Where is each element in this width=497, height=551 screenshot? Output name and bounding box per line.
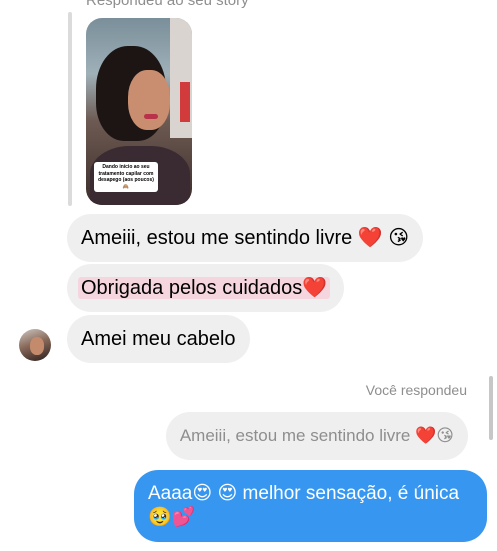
message-bubble[interactable]: Ameiii, estou me sentindo livre ❤️ 😘 [67, 214, 424, 262]
message-text: Amei meu cabelo [81, 328, 236, 350]
avatar[interactable] [19, 329, 51, 361]
quoted-text: Ameiii, estou me sentindo livre ❤️😘 [179, 426, 454, 445]
story-background-sign [180, 82, 190, 122]
sent-message-bubble[interactable]: Aaaa😍 😍 melhor sensação, é única 🥹💕 [134, 470, 487, 542]
story-caption: Dando início ao seu tratamento capilar c… [94, 162, 158, 192]
scrollbar[interactable] [489, 376, 493, 440]
reply-label: Você respondeu [365, 382, 467, 398]
message-text: Ameiii, estou me sentindo livre ❤️ 😘 [81, 227, 410, 249]
message-bubble[interactable]: Obrigada pelos cuidados❤️ [67, 264, 345, 312]
story-lips [144, 114, 158, 119]
story-face [128, 70, 170, 130]
story-reply-bar [68, 12, 72, 206]
message-bubble[interactable]: Amei meu cabelo [67, 315, 250, 363]
sent-message-text: Aaaa😍 😍 melhor sensação, é única 🥹💕 [148, 483, 460, 528]
quoted-message[interactable]: Ameiii, estou me sentindo livre ❤️😘 [165, 412, 468, 460]
message-text: Obrigada pelos cuidados❤️ [78, 277, 331, 299]
story-reply-header: Respondeu ao seu story [86, 0, 249, 9]
avatar-face [30, 337, 44, 355]
story-thumbnail[interactable]: Dando início ao seu tratamento capilar c… [86, 18, 192, 205]
